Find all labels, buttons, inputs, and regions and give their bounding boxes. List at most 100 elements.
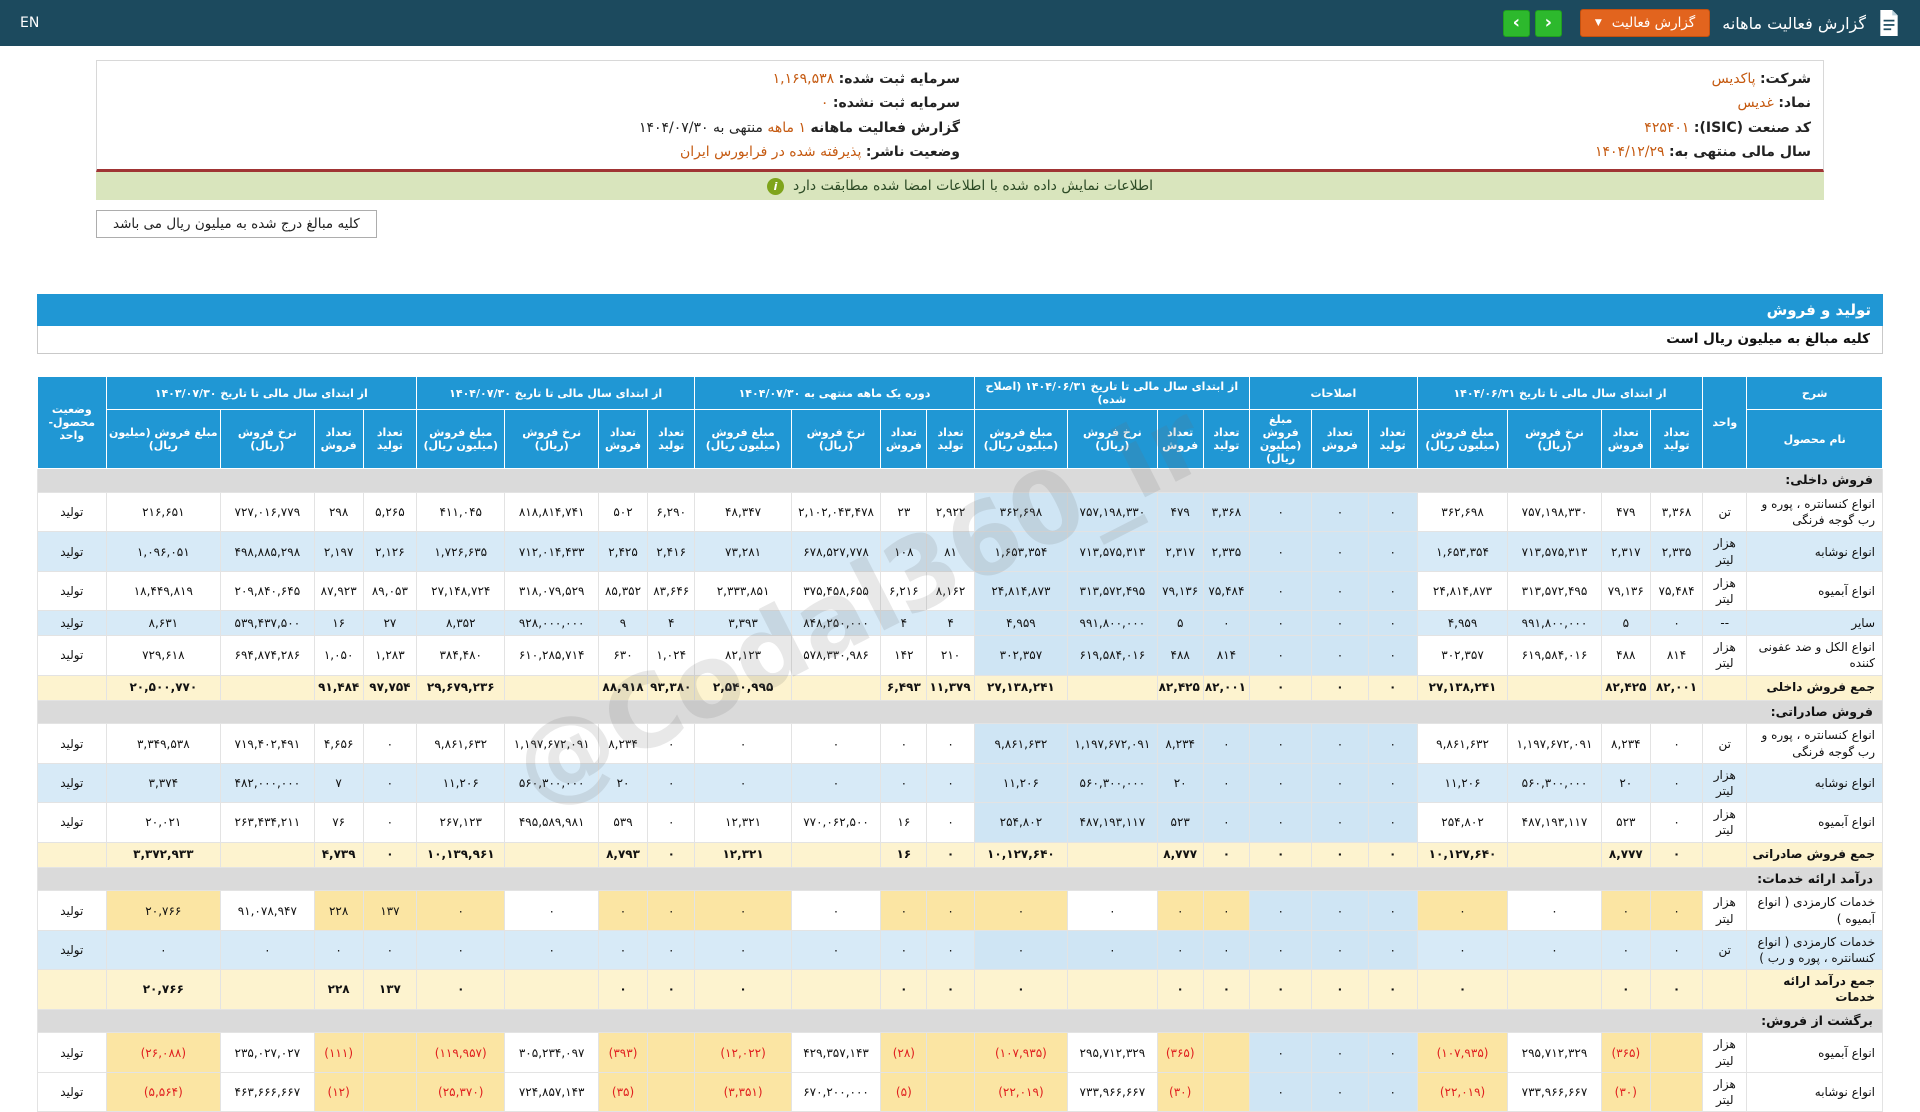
value-cell: ۱۴۲ [880,635,928,676]
value-cell: ۱۰,۱۲۷,۶۴۰ [1416,841,1509,868]
unit-cell: هزار لیتر [1702,635,1748,676]
value-cell: ۸۲,۴۲۵ [1600,674,1651,701]
value-cell: ۱۱,۲۰۶ [1416,762,1509,804]
value-cell: ۱۰,۱۲۷,۶۴۰ [973,841,1069,868]
header-unit: واحد [1702,376,1748,470]
unit-cell: هزار لیتر [1702,1032,1748,1073]
header-subcolumn: مبلغ فروش (میلیون ریال) [1249,409,1313,470]
value-cell: ۲۹,۶۷۹,۲۳۶ [416,674,506,701]
company-name-link[interactable]: پاکدیس [1712,71,1756,87]
value-cell: ۷۷۰,۰۶۲,۵۰۰ [790,802,882,843]
value-cell: ۶۳۰ [597,635,649,676]
value-cell [647,1032,696,1073]
value-cell: ۵۶۰,۳۰۰,۰۰۰ [1507,762,1602,804]
report-type-button[interactable]: گزارش فعالیت ▼ [1579,9,1711,37]
value-cell: (۲۵,۳۷۰) [416,1071,506,1112]
value-cell: ۲۰ [1156,762,1204,804]
status-cell: تولید [37,1071,107,1112]
value-cell: (۳,۳۵۱) [694,1071,792,1112]
section-subtitle-bar: کلیه مبالغ به میلیون ریال است [37,326,1883,355]
value-cell: ۲,۴۲۵ [597,531,649,572]
header-subcolumn: مبلغ فروش (میلیون ریال) [416,409,506,470]
data-row: انواع کنسانتره ، پوره و رب گوجه فرنگی تن ۰… [37,723,1883,764]
data-row: انواع آبمیوه هزار لیتر ۷۵,۴۸۴ ۷۹,۱۳۶ ۳۱۳,۵۷۲… [37,570,1883,612]
value-cell [504,841,599,868]
issuer-status-field: وضعیت ناشر: پذیرفته شده در فرابورس ایران [679,143,960,160]
value-cell: ۲۶۷,۱۲۳ [416,802,506,843]
value-cell: ۰ [1156,929,1204,971]
ticker-field: نماد: غدیس [1737,95,1811,112]
value-cell: ۰ [1249,929,1313,971]
value-cell: ۳۶۲,۶۹۸ [973,492,1069,533]
value-cell [1507,674,1602,701]
header-desc: شرح [1746,376,1883,411]
value-cell: ۱۸,۴۴۹,۸۱۹ [105,570,222,612]
status-cell: تولید [37,890,107,931]
value-cell: ۲۰,۵۰۰,۷۷۰ [105,674,222,701]
section-label: درآمد ارائه خدمات: [37,866,1883,892]
header-subcolumn: مبلغ فروش (میلیون ریال) [105,409,222,470]
value-cell: ۰ [1249,635,1313,676]
value-cell: ۶۱۰,۲۸۵,۷۱۴ [504,635,599,676]
sum-row: جمع درآمد ارائه خدمات ۰ ۰ ۰ ۰ ۰ ۰ ۰ ۰ ۰ ۰ ۰ ۰ ۰ ۰ ۰ ۱۳۷ ۲… [37,969,1883,1010]
unit-cell: هزار لیتر [1702,890,1748,931]
value-cell: ۸۲,۴۲۵ [1156,674,1204,701]
value-cell [790,841,882,868]
value-cell: ۰ [1311,969,1369,1010]
value-cell: ۰ [926,890,975,931]
value-cell: ۰ [647,762,696,804]
value-cell: ۷۲۷,۰۱۶,۷۷۹ [220,492,315,533]
value-cell: ۱,۰۹۶,۰۵۱ [105,531,222,572]
header-subcolumn: نرخ فروش (ریال) [790,409,882,470]
value-cell: ۷۶ [313,802,364,843]
value-cell: ۴۲۹,۳۵۷,۱۴۳ [790,1032,882,1073]
value-cell: ۳۱۳,۵۷۲,۴۹۵ [1507,570,1602,612]
value-cell: ۴۶۳,۶۶۶,۶۶۷ [220,1071,315,1112]
section-row: درآمد ارائه خدمات: [37,866,1883,892]
value-cell: ۴۸۸ [1600,635,1651,676]
value-cell: ۰ [504,890,599,931]
prev-report-button[interactable]: ‹ [1534,9,1562,37]
product-name-cell: سایر [1746,610,1883,637]
unit-cell: هزار لیتر [1702,570,1748,612]
value-cell: ۰ [1649,762,1704,804]
status-cell: تولید [37,762,107,804]
unit-cell: -- [1702,610,1748,637]
value-cell: ۸۲,۰۰۱ [1202,674,1251,701]
ticker-link[interactable]: غدیس [1737,95,1773,111]
value-cell [220,841,315,868]
company-info-right-column: شرکت: پاکدیس نماد: غدیس کد صنعت (ISIC): … [960,69,1811,162]
value-cell: ۳,۳۶۸ [1649,492,1704,533]
value-cell: ۱,۰۵۰ [313,635,364,676]
value-cell: ۰ [220,929,315,971]
unit-cell [1702,674,1748,701]
header-product-status: وضعیت محصول-واحد [37,376,107,470]
value-cell: ۰ [1202,841,1251,868]
value-cell: ۰ [1367,674,1418,701]
value-cell: ۰ [1416,969,1509,1010]
value-cell: ۶۷۰,۲۰۰,۰۰۰ [790,1071,882,1112]
language-toggle[interactable]: EN [20,15,39,31]
value-cell: ۳۰۵,۲۳۴,۰۹۷ [504,1032,599,1073]
value-cell: ۶,۴۹۳ [880,674,928,701]
value-cell: ۷۵,۴۸۴ [1202,570,1251,612]
value-cell: ۶۹۴,۸۷۴,۲۸۶ [220,635,315,676]
value-cell [926,1071,975,1112]
next-report-button[interactable]: › [1502,9,1530,37]
header-subcolumn: تعداد فروش [880,409,928,470]
value-cell: (۳۶۵) [1600,1032,1651,1073]
value-cell: ۰ [1367,969,1418,1010]
product-name-cell: انواع کنسانتره ، پوره و رب گوجه فرنگی [1746,723,1883,764]
value-cell: ۰ [1367,890,1418,931]
value-cell: ۴ [926,610,975,637]
value-cell: ۰ [597,969,649,1010]
value-cell: ۰ [416,929,506,971]
value-cell [1649,1071,1704,1112]
status-cell: تولید [37,802,107,843]
value-cell: (۳۹۳) [597,1032,649,1073]
value-cell: ۲۷,۱۳۸,۲۴۱ [973,674,1069,701]
product-name-cell: انواع الکل و ضد عفونی کننده [1746,635,1883,676]
section-label: فروش صادراتی: [37,699,1883,725]
value-cell: ۰ [1311,531,1369,572]
value-cell: ۰ [790,723,882,764]
